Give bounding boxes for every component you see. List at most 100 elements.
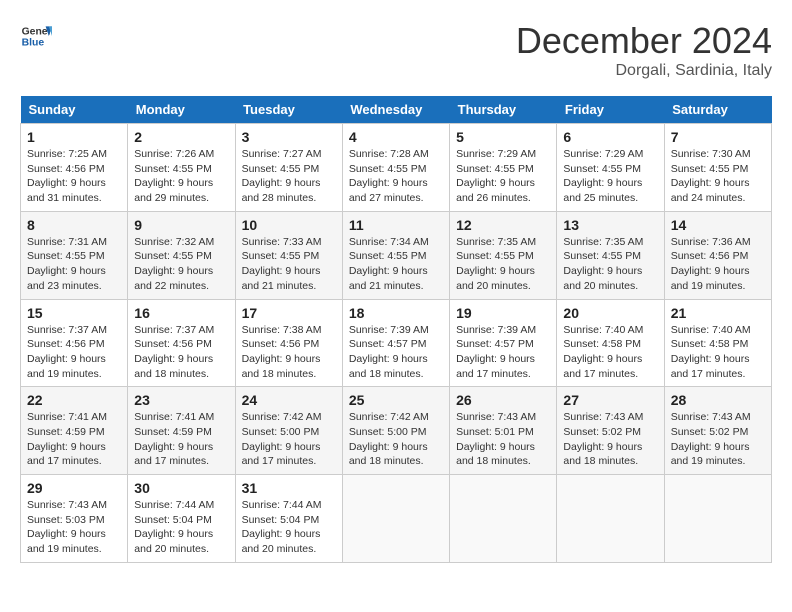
sunrise-label: Sunrise: 7:40 AM [563, 324, 643, 336]
sunset-label: Sunset: 5:01 PM [456, 426, 534, 438]
day-number: 2 [134, 129, 228, 145]
calendar-cell [450, 475, 557, 563]
sunset-label: Sunset: 4:56 PM [671, 250, 749, 262]
day-number: 16 [134, 305, 228, 321]
sunrise-label: Sunrise: 7:43 AM [456, 411, 536, 423]
daylight-label: Daylight: 9 hours and 23 minutes. [27, 265, 106, 292]
day-info: Sunrise: 7:29 AM Sunset: 4:55 PM Dayligh… [563, 147, 657, 206]
day-number: 10 [242, 217, 336, 233]
calendar-cell: 24 Sunrise: 7:42 AM Sunset: 5:00 PM Dayl… [235, 387, 342, 475]
sunset-label: Sunset: 4:55 PM [242, 163, 320, 175]
calendar-cell [557, 475, 664, 563]
daylight-label: Daylight: 9 hours and 21 minutes. [242, 265, 321, 292]
sunrise-label: Sunrise: 7:29 AM [563, 148, 643, 160]
calendar-cell: 12 Sunrise: 7:35 AM Sunset: 4:55 PM Dayl… [450, 211, 557, 299]
day-number: 29 [27, 480, 121, 496]
daylight-label: Daylight: 9 hours and 17 minutes. [456, 353, 535, 380]
sunset-label: Sunset: 5:02 PM [671, 426, 749, 438]
day-number: 19 [456, 305, 550, 321]
sunset-label: Sunset: 4:56 PM [27, 338, 105, 350]
weekday-header-tuesday: Tuesday [235, 96, 342, 124]
daylight-label: Daylight: 9 hours and 19 minutes. [27, 528, 106, 555]
calendar-cell: 8 Sunrise: 7:31 AM Sunset: 4:55 PM Dayli… [21, 211, 128, 299]
calendar-table: SundayMondayTuesdayWednesdayThursdayFrid… [20, 96, 772, 563]
calendar-cell: 14 Sunrise: 7:36 AM Sunset: 4:56 PM Dayl… [664, 211, 771, 299]
daylight-label: Daylight: 9 hours and 18 minutes. [134, 353, 213, 380]
day-number: 9 [134, 217, 228, 233]
calendar-cell: 10 Sunrise: 7:33 AM Sunset: 4:55 PM Dayl… [235, 211, 342, 299]
calendar-cell: 26 Sunrise: 7:43 AM Sunset: 5:01 PM Dayl… [450, 387, 557, 475]
daylight-label: Daylight: 9 hours and 22 minutes. [134, 265, 213, 292]
calendar-cell: 25 Sunrise: 7:42 AM Sunset: 5:00 PM Dayl… [342, 387, 449, 475]
day-number: 26 [456, 392, 550, 408]
daylight-label: Daylight: 9 hours and 31 minutes. [27, 177, 106, 204]
day-info: Sunrise: 7:40 AM Sunset: 4:58 PM Dayligh… [671, 323, 765, 382]
sunset-label: Sunset: 5:03 PM [27, 514, 105, 526]
sunset-label: Sunset: 4:59 PM [27, 426, 105, 438]
day-info: Sunrise: 7:41 AM Sunset: 4:59 PM Dayligh… [27, 410, 121, 469]
day-number: 1 [27, 129, 121, 145]
weekday-header-friday: Friday [557, 96, 664, 124]
day-info: Sunrise: 7:39 AM Sunset: 4:57 PM Dayligh… [456, 323, 550, 382]
sunrise-label: Sunrise: 7:27 AM [242, 148, 322, 160]
day-info: Sunrise: 7:30 AM Sunset: 4:55 PM Dayligh… [671, 147, 765, 206]
calendar-cell [664, 475, 771, 563]
calendar-cell: 23 Sunrise: 7:41 AM Sunset: 4:59 PM Dayl… [128, 387, 235, 475]
daylight-label: Daylight: 9 hours and 17 minutes. [27, 441, 106, 468]
sunrise-label: Sunrise: 7:41 AM [134, 411, 214, 423]
day-info: Sunrise: 7:43 AM Sunset: 5:03 PM Dayligh… [27, 498, 121, 557]
day-number: 25 [349, 392, 443, 408]
calendar-cell: 30 Sunrise: 7:44 AM Sunset: 5:04 PM Dayl… [128, 475, 235, 563]
day-info: Sunrise: 7:27 AM Sunset: 4:55 PM Dayligh… [242, 147, 336, 206]
daylight-label: Daylight: 9 hours and 18 minutes. [456, 441, 535, 468]
calendar-cell: 3 Sunrise: 7:27 AM Sunset: 4:55 PM Dayli… [235, 124, 342, 212]
sunrise-label: Sunrise: 7:44 AM [134, 499, 214, 511]
day-info: Sunrise: 7:43 AM Sunset: 5:02 PM Dayligh… [563, 410, 657, 469]
sunset-label: Sunset: 4:55 PM [134, 250, 212, 262]
sunrise-label: Sunrise: 7:30 AM [671, 148, 751, 160]
day-number: 15 [27, 305, 121, 321]
day-info: Sunrise: 7:44 AM Sunset: 5:04 PM Dayligh… [134, 498, 228, 557]
day-number: 11 [349, 217, 443, 233]
daylight-label: Daylight: 9 hours and 19 minutes. [27, 353, 106, 380]
day-number: 3 [242, 129, 336, 145]
main-title: December 2024 [516, 20, 772, 62]
daylight-label: Daylight: 9 hours and 18 minutes. [349, 441, 428, 468]
day-number: 21 [671, 305, 765, 321]
calendar-cell: 15 Sunrise: 7:37 AM Sunset: 4:56 PM Dayl… [21, 299, 128, 387]
sunrise-label: Sunrise: 7:43 AM [27, 499, 107, 511]
day-number: 12 [456, 217, 550, 233]
sunrise-label: Sunrise: 7:39 AM [349, 324, 429, 336]
sunset-label: Sunset: 4:56 PM [27, 163, 105, 175]
daylight-label: Daylight: 9 hours and 24 minutes. [671, 177, 750, 204]
sunset-label: Sunset: 4:55 PM [27, 250, 105, 262]
day-info: Sunrise: 7:43 AM Sunset: 5:01 PM Dayligh… [456, 410, 550, 469]
sunrise-label: Sunrise: 7:33 AM [242, 236, 322, 248]
sunset-label: Sunset: 5:04 PM [134, 514, 212, 526]
day-number: 6 [563, 129, 657, 145]
day-info: Sunrise: 7:33 AM Sunset: 4:55 PM Dayligh… [242, 235, 336, 294]
day-info: Sunrise: 7:35 AM Sunset: 4:55 PM Dayligh… [456, 235, 550, 294]
day-info: Sunrise: 7:42 AM Sunset: 5:00 PM Dayligh… [242, 410, 336, 469]
calendar-week-row: 15 Sunrise: 7:37 AM Sunset: 4:56 PM Dayl… [21, 299, 772, 387]
calendar-cell: 20 Sunrise: 7:40 AM Sunset: 4:58 PM Dayl… [557, 299, 664, 387]
day-number: 5 [456, 129, 550, 145]
sunset-label: Sunset: 4:55 PM [349, 250, 427, 262]
sunrise-label: Sunrise: 7:29 AM [456, 148, 536, 160]
sunrise-label: Sunrise: 7:38 AM [242, 324, 322, 336]
daylight-label: Daylight: 9 hours and 25 minutes. [563, 177, 642, 204]
sunset-label: Sunset: 4:58 PM [671, 338, 749, 350]
logo-icon: General Blue [20, 20, 52, 52]
sunset-label: Sunset: 4:57 PM [349, 338, 427, 350]
weekday-header-row: SundayMondayTuesdayWednesdayThursdayFrid… [21, 96, 772, 124]
day-number: 7 [671, 129, 765, 145]
header: General Blue December 2024 Dorgali, Sard… [20, 20, 772, 80]
sunset-label: Sunset: 4:55 PM [242, 250, 320, 262]
calendar-cell: 2 Sunrise: 7:26 AM Sunset: 4:55 PM Dayli… [128, 124, 235, 212]
sunrise-label: Sunrise: 7:28 AM [349, 148, 429, 160]
calendar-cell: 29 Sunrise: 7:43 AM Sunset: 5:03 PM Dayl… [21, 475, 128, 563]
calendar-cell: 17 Sunrise: 7:38 AM Sunset: 4:56 PM Dayl… [235, 299, 342, 387]
sunrise-label: Sunrise: 7:40 AM [671, 324, 751, 336]
day-info: Sunrise: 7:38 AM Sunset: 4:56 PM Dayligh… [242, 323, 336, 382]
sunrise-label: Sunrise: 7:35 AM [456, 236, 536, 248]
